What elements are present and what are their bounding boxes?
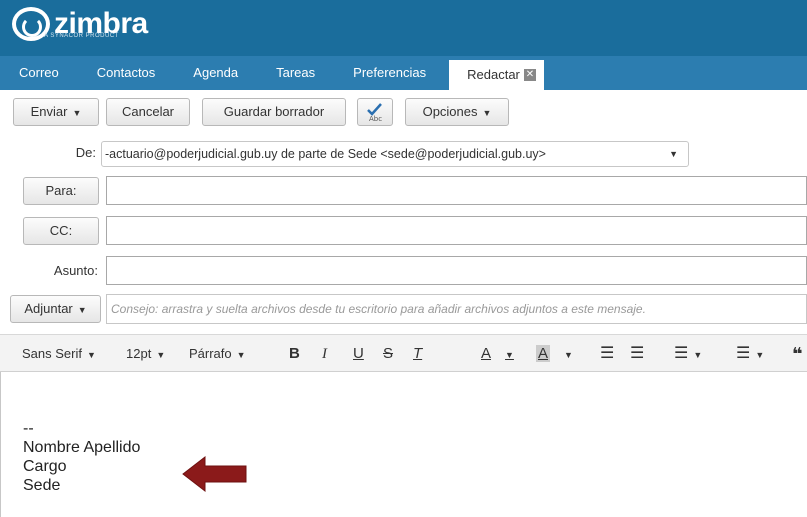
app-tabs: Correo Contactos Agenda Tareas Preferenc…: [0, 56, 807, 90]
top-header: zimbra A SYNACOR PRODUCT: [0, 0, 807, 56]
paragraph-select[interactable]: Párrafo ▼: [189, 335, 246, 373]
tab-preferencias[interactable]: Preferencias: [334, 56, 445, 90]
chevron-down-icon: ▼: [564, 350, 573, 360]
save-draft-button[interactable]: Guardar borrador: [202, 98, 346, 126]
tab-redactar[interactable]: Redactar ✕: [449, 60, 544, 90]
chevron-down-icon: ▼: [482, 108, 492, 118]
font-size-value: 12pt: [126, 346, 152, 361]
tab-correo[interactable]: Correo: [0, 56, 78, 90]
indent-icon[interactable]: ☰: [630, 335, 644, 373]
spellcheck-button[interactable]: Abc: [357, 98, 393, 126]
attach-drop-zone[interactable]: Consejo: arrastra y suelta archivos desd…: [106, 294, 807, 324]
signature-office: Sede: [23, 477, 61, 494]
message-body-editor[interactable]: -- Nombre Apellido Cargo Sede: [0, 372, 807, 517]
chevron-down-icon: ▼: [755, 350, 765, 360]
tab-contactos[interactable]: Contactos: [78, 56, 175, 90]
close-icon[interactable]: ✕: [523, 69, 536, 81]
to-field[interactable]: [106, 176, 807, 205]
font-family-select[interactable]: Sans Serif ▼: [22, 335, 96, 373]
chevron-down-icon: ▼: [236, 350, 246, 360]
chevron-down-icon: ▼: [86, 350, 96, 360]
editor-toolbar: Sans Serif ▼ 12pt ▼ Párrafo ▼ B I U S T A ▼ …: [0, 334, 807, 372]
clear-format-button[interactable]: T: [413, 335, 422, 373]
subject-field[interactable]: [106, 256, 807, 285]
bullet-list-icon[interactable]: ☰ ▼: [674, 335, 702, 373]
logo-subtitle: A SYNACOR PRODUCT: [44, 33, 119, 39]
spellcheck-text: Abc: [369, 115, 382, 123]
send-label: Enviar: [30, 104, 68, 119]
blockquote-icon[interactable]: ❝: [792, 335, 803, 373]
signature-name: Nombre Apellido: [23, 439, 141, 456]
bg-color-glyph: A: [536, 345, 551, 362]
paragraph-value: Párrafo: [189, 346, 232, 361]
bg-color-button[interactable]: A ▼: [536, 335, 573, 373]
tab-tareas[interactable]: Tareas: [257, 56, 334, 90]
font-family-value: Sans Serif: [22, 346, 82, 361]
cc-button[interactable]: CC:: [23, 217, 99, 245]
chevron-down-icon: ▼: [693, 350, 703, 360]
attach-button[interactable]: Adjuntar ▼: [10, 295, 101, 323]
align-left-icon[interactable]: ☰: [600, 335, 614, 373]
cancel-button[interactable]: Cancelar: [106, 98, 190, 126]
tab-agenda[interactable]: Agenda: [174, 56, 257, 90]
send-button[interactable]: Enviar ▼: [13, 98, 99, 126]
subject-label: Asunto:: [53, 263, 98, 278]
from-label: De:: [75, 145, 96, 160]
text-color-glyph: A: [481, 345, 492, 362]
from-value: -actuario@poderjudicial.gub.uy de parte …: [105, 147, 546, 161]
text-color-button[interactable]: A ▼: [481, 335, 514, 373]
strikethrough-button[interactable]: S: [383, 335, 393, 373]
italic-button[interactable]: I: [322, 335, 327, 373]
bold-button[interactable]: B: [289, 335, 300, 373]
underline-button[interactable]: U: [353, 335, 364, 373]
tab-redactar-label: Redactar: [467, 67, 520, 82]
compose-toolbar: Enviar ▼ Cancelar Guardar borrador Abc Op…: [0, 90, 807, 136]
from-select[interactable]: -actuario@poderjudicial.gub.uy de parte …: [101, 141, 689, 167]
chevron-down-icon: ▼: [669, 149, 678, 159]
chevron-down-icon: ▼: [156, 350, 166, 360]
signature-separator: --: [23, 420, 34, 437]
arrow-left-icon: [182, 455, 247, 493]
options-button[interactable]: Opciones ▼: [405, 98, 509, 126]
font-size-select[interactable]: 12pt ▼: [126, 335, 165, 373]
chevron-down-icon: ▼: [72, 108, 82, 118]
signature-position: Cargo: [23, 458, 67, 475]
cc-field[interactable]: [106, 216, 807, 245]
chevron-down-icon: ▼: [505, 350, 514, 360]
options-label: Opciones: [422, 104, 478, 119]
to-button[interactable]: Para:: [23, 177, 99, 205]
attach-label: Adjuntar: [24, 301, 73, 316]
spellcheck-icon: Abc: [367, 103, 382, 123]
chevron-down-icon: ▼: [77, 305, 87, 315]
numbered-list-icon[interactable]: ☰ ▼: [736, 335, 764, 373]
